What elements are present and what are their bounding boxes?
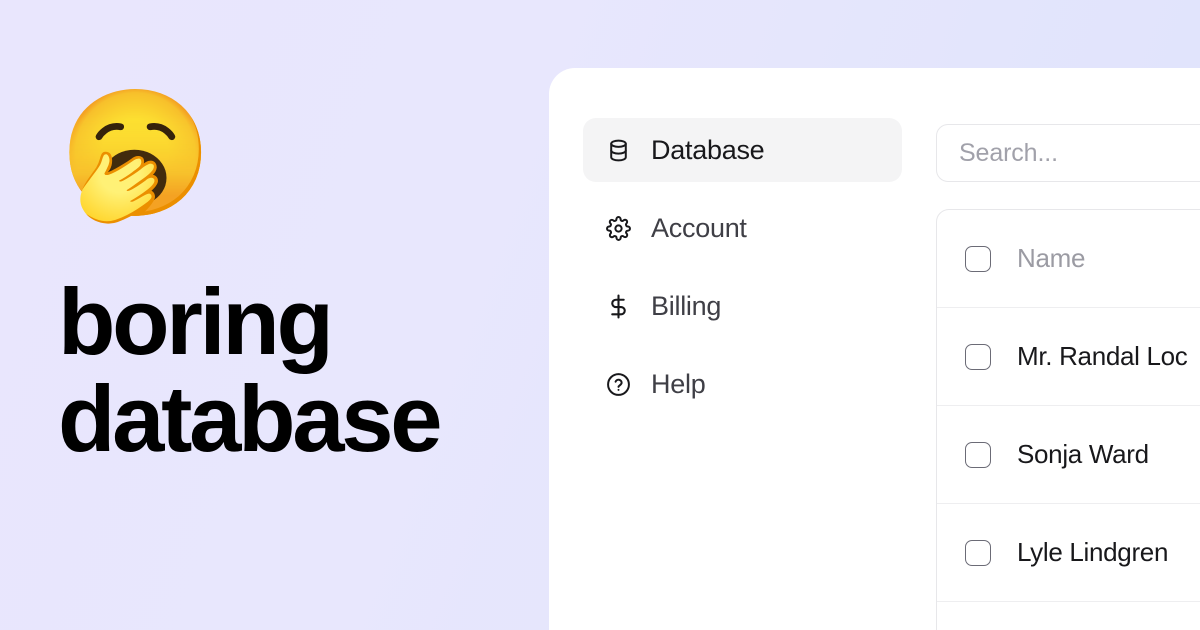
- dollar-icon: [605, 293, 632, 320]
- sidebar-item-label: Database: [651, 134, 765, 165]
- yawning-face-icon: 🥱: [58, 82, 213, 226]
- sidebar: Database Account Billing Help: [549, 68, 936, 630]
- cell-name: Mr. Randal Loc: [1017, 341, 1188, 371]
- row-checkbox[interactable]: [965, 343, 991, 370]
- table-row[interactable]: Sonja Ward: [937, 406, 1200, 504]
- table-row[interactable]: [937, 602, 1200, 630]
- sidebar-item-help[interactable]: Help: [583, 352, 902, 416]
- row-checkbox[interactable]: [965, 441, 991, 468]
- column-header-name: Name: [1017, 243, 1086, 273]
- app-window: Database Account Billing Help Search... …: [549, 68, 1200, 630]
- database-icon: [605, 137, 632, 164]
- table-row[interactable]: Lyle Lindgren: [937, 504, 1200, 602]
- data-table: Name Mr. Randal Loc Sonja Ward Lyle Lind…: [936, 209, 1200, 630]
- select-all-checkbox[interactable]: [965, 245, 991, 272]
- cell-name: Sonja Ward: [1017, 439, 1149, 469]
- table-header-row: Name: [937, 210, 1200, 308]
- cell-name: Lyle Lindgren: [1017, 537, 1169, 567]
- search-placeholder: Search...: [959, 138, 1058, 167]
- sidebar-item-database[interactable]: Database: [583, 118, 902, 182]
- sidebar-item-label: Help: [651, 368, 706, 399]
- sidebar-item-label: Account: [651, 212, 747, 243]
- question-circle-icon: [605, 371, 632, 398]
- gear-icon: [605, 215, 632, 242]
- sidebar-item-label: Billing: [651, 290, 722, 321]
- table-row[interactable]: Mr. Randal Loc: [937, 308, 1200, 406]
- sidebar-item-billing[interactable]: Billing: [583, 274, 902, 338]
- search-input[interactable]: Search...: [936, 124, 1200, 182]
- row-checkbox[interactable]: [965, 539, 991, 566]
- page-title: boring database: [58, 269, 443, 471]
- main-panel: Search... Name Mr. Randal Loc Sonja Ward…: [936, 68, 1200, 630]
- hero-block: 🥱 boring database: [58, 92, 538, 468]
- sidebar-item-account[interactable]: Account: [583, 196, 902, 260]
